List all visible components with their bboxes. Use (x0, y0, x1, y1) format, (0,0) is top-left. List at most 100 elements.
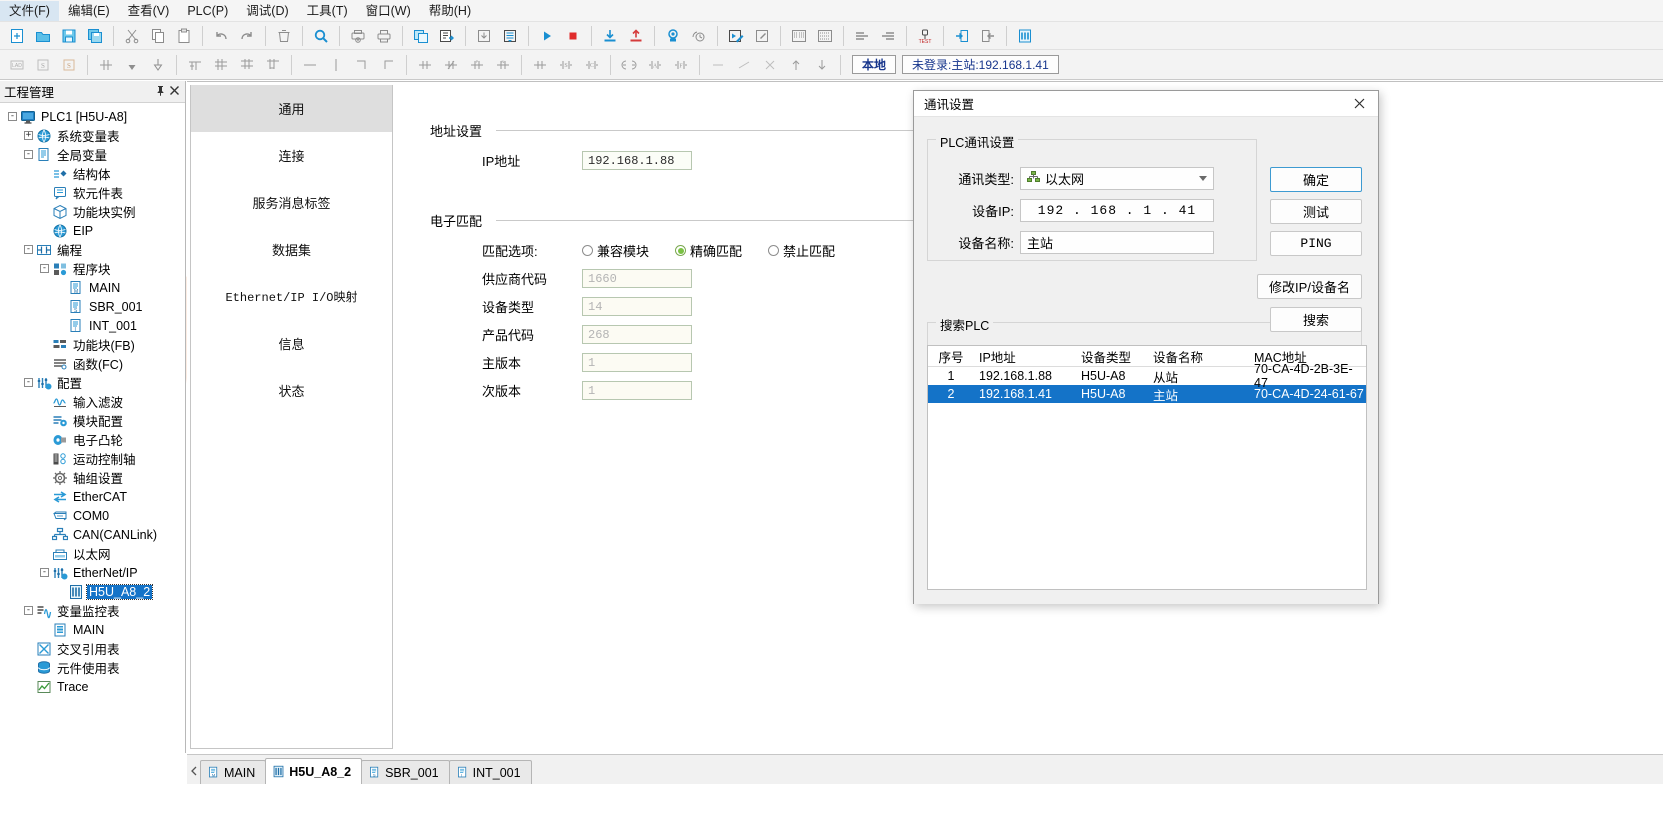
tree-node[interactable]: 轴组设置 (0, 468, 185, 487)
tree-node[interactable]: H5U_A8_2 (0, 582, 185, 601)
settings-nav-item[interactable]: 信息 (191, 320, 392, 367)
settings-nav-item[interactable]: 连接 (191, 132, 392, 179)
compile-icon[interactable] (409, 24, 433, 48)
vline-icon[interactable] (324, 53, 348, 77)
ping-button[interactable]: PING (1270, 231, 1362, 256)
pin-icon[interactable] (153, 85, 167, 99)
tree-node[interactable]: EIP (0, 221, 185, 240)
contact-no-icon[interactable] (94, 53, 118, 77)
contact-p-icon[interactable]: P (465, 53, 489, 77)
branch-merge-icon[interactable] (235, 53, 259, 77)
corner-rt-icon[interactable] (376, 53, 400, 77)
tree-node[interactable]: 电子凸轮 (0, 430, 185, 449)
undo-icon[interactable] (209, 24, 233, 48)
tree-node[interactable]: - 变量监控表 (0, 601, 185, 620)
menu-debug[interactable]: 调试(D) (237, 1, 297, 21)
dialog-title-bar[interactable]: 通讯设置 (914, 91, 1378, 117)
f-box-icon[interactable]: F (669, 53, 693, 77)
tree-node[interactable]: 软元件表 (0, 183, 185, 202)
download-icon[interactable] (598, 24, 622, 48)
table-column-header[interactable]: 设备类型 (1078, 347, 1150, 366)
stop-icon[interactable] (561, 24, 585, 48)
ematch-field-input[interactable]: 14 (582, 297, 692, 316)
comm-type-select[interactable]: 以太网 (1020, 167, 1214, 190)
device-ip-input[interactable]: 192 . 168 . 1 . 41 (1020, 199, 1214, 222)
monitor-icon[interactable] (661, 24, 685, 48)
tree-node[interactable]: - EtherNet/IP (0, 563, 185, 582)
tree-node[interactable]: 结构体 (0, 164, 185, 183)
menu-plc[interactable]: PLC(P) (178, 1, 237, 21)
redo-icon[interactable] (235, 24, 259, 48)
match-option-radio-group[interactable]: 兼容模块 精确匹配 禁止匹配 (582, 241, 861, 260)
ematch-field-input[interactable]: 1660 (582, 269, 692, 288)
tab-list[interactable]: M MAIN H5U_A8_2 S SBR_001 I INT_001 (200, 758, 532, 784)
table-row[interactable]: 1 192.168.1.88 H5U-A8 从站 70-CA-4D-2B-3E-47 (928, 362, 1366, 390)
del-vline-icon[interactable] (758, 53, 782, 77)
search-button[interactable]: 搜索 (1270, 307, 1362, 332)
sim-b-icon[interactable] (813, 24, 837, 48)
menu-tools[interactable]: 工具(T) (298, 1, 357, 21)
copy-icon[interactable] (146, 24, 170, 48)
settings-nav-list[interactable]: 通用 连接 服务消息标签 数据集 Ethernet/IP I/O映射 信息 状态 (190, 85, 393, 749)
menu-window[interactable]: 窗口(W) (357, 1, 420, 21)
table-body[interactable]: 1 192.168.1.88 H5U-A8 从站 70-CA-4D-2B-3E-47 2 1… (928, 362, 1366, 403)
match-option-radio[interactable]: 兼容模块 (582, 241, 649, 260)
ok-button[interactable]: 确定 (1270, 167, 1362, 192)
tree-node[interactable]: EtherCAT (0, 487, 185, 506)
table-column-header[interactable]: 设备名称 (1150, 347, 1250, 366)
tree-node[interactable]: I INT_001 (0, 316, 185, 335)
save-all-icon[interactable] (83, 24, 107, 48)
modify-ip-button[interactable]: 修改IP/设备名 (1257, 274, 1362, 299)
device-name-input[interactable]: 主站 (1020, 231, 1214, 254)
local-mode-chip[interactable]: 本地 (852, 55, 897, 74)
tree-node[interactable]: 交叉引用表 (0, 639, 185, 658)
search-icon[interactable] (309, 24, 333, 48)
document-tab[interactable]: H5U_A8_2 (265, 758, 363, 784)
download-project-icon[interactable] (472, 24, 496, 48)
tree-node[interactable]: 元件使用表 (0, 658, 185, 677)
branch-start-icon[interactable] (183, 53, 207, 77)
expand-toggle-icon[interactable]: + (24, 131, 33, 140)
set-s-icon[interactable]: S (554, 53, 578, 77)
move-down-icon[interactable] (810, 53, 834, 77)
hline-icon[interactable] (298, 53, 322, 77)
delete-icon[interactable] (272, 24, 296, 48)
test-button[interactable]: 测试 (1270, 199, 1362, 224)
ematch-field-input[interactable]: 268 (582, 325, 692, 344)
document-tab[interactable]: I INT_001 (448, 760, 532, 784)
contact-n-icon[interactable]: N (491, 53, 515, 77)
tree-node[interactable]: 功能块(FB) (0, 335, 185, 354)
settings-nav-item[interactable]: Ethernet/IP I/O映射 (191, 273, 392, 320)
menu-file[interactable]: 文件(F) (0, 0, 59, 21)
tree-node[interactable]: S SBR_001 (0, 297, 185, 316)
menu-edit[interactable]: 编辑(E) (59, 1, 119, 21)
print-preview-icon[interactable] (346, 24, 370, 48)
close-icon[interactable] (167, 85, 181, 99)
tree-node[interactable]: 函数(FC) (0, 354, 185, 373)
collapse-toggle-icon[interactable]: - (24, 378, 33, 387)
settings-nav-item[interactable]: 数据集 (191, 226, 392, 273)
clock-monitor-icon[interactable] (687, 24, 711, 48)
cut-icon[interactable] (120, 24, 144, 48)
collapse-toggle-icon[interactable]: - (40, 568, 49, 577)
tree-node[interactable]: M MAIN (0, 278, 185, 297)
collapse-toggle-icon[interactable]: - (40, 264, 49, 273)
menu-view[interactable]: 查看(V) (119, 1, 179, 21)
tree-node[interactable]: - 程序块 (0, 259, 185, 278)
tree-node[interactable]: MAIN (0, 620, 185, 639)
table-column-header[interactable]: 序号 (928, 347, 974, 366)
chevron-left-icon[interactable] (187, 760, 200, 782)
tree-node[interactable]: 功能块实例 (0, 202, 185, 221)
run-icon[interactable] (535, 24, 559, 48)
login-status-chip[interactable]: 未登录:主站:192.168.1.41 (902, 55, 1059, 74)
table-row[interactable]: 2 192.168.1.41 H5U-A8 主站 70-CA-4D-24-61-67 (928, 385, 1366, 403)
align-left-icon[interactable] (850, 24, 874, 48)
plc-results-table[interactable]: 序号 IP地址 设备类型 设备名称 MAC地址 1 192.168.1.88 H5U-A8 从… (927, 345, 1367, 590)
test-usb-icon[interactable]: TEST (913, 24, 937, 48)
coil-down-icon[interactable] (120, 53, 144, 77)
run-edit-icon[interactable] (724, 24, 748, 48)
ematch-field-input[interactable]: 1 (582, 381, 692, 400)
new-file-icon[interactable] (5, 24, 29, 48)
stl-icon[interactable]: S (31, 53, 55, 77)
tree-node[interactable]: - PLC1 [H5U-A8] (0, 107, 185, 126)
